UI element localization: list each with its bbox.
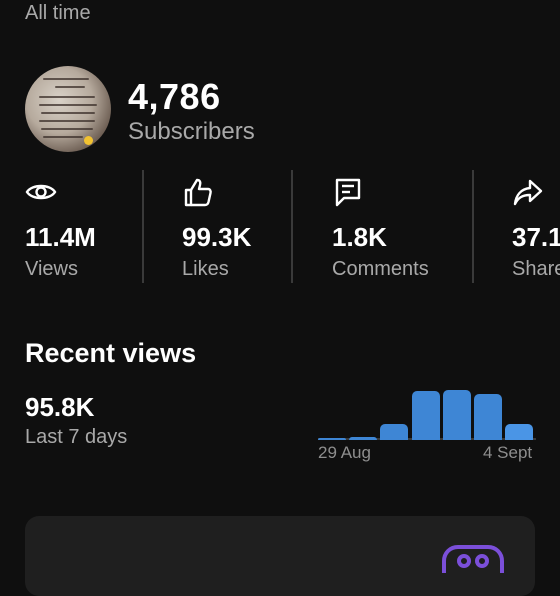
comments-label: Comments [332, 258, 429, 280]
chart-bar [505, 424, 534, 440]
thumbs-up-icon [184, 178, 212, 207]
chart-bar [474, 394, 502, 440]
subscriber-count: 4,786 [128, 76, 221, 117]
share-icon [513, 179, 543, 206]
comments-value: 1.8K [332, 222, 387, 252]
shares-label: Share [512, 258, 560, 280]
comment-icon [335, 178, 361, 207]
divider [142, 170, 144, 283]
divider [472, 170, 474, 283]
period-label: All time [25, 2, 91, 24]
likes-label: Likes [182, 258, 229, 280]
recent-views-chart[interactable] [318, 380, 536, 440]
divider [291, 170, 293, 283]
likes-value: 99.3K [182, 222, 252, 252]
chart-bar [318, 438, 346, 440]
recent-views-range: Last 7 days [25, 426, 128, 448]
views-label: Views [25, 258, 78, 280]
chart-bar [411, 390, 440, 440]
chart-end-label: 4 Sept [483, 443, 533, 462]
shares-value: 37.1 [512, 222, 560, 252]
chart-bar [442, 389, 471, 440]
eye-icon [25, 184, 57, 200]
chart-bar [380, 424, 409, 440]
chart-start-label: 29 Aug [318, 443, 371, 462]
views-value: 11.4M [25, 222, 96, 252]
recent-views-value: 95.8K [25, 392, 95, 422]
recent-views-title: Recent views [25, 338, 197, 368]
chart-bar [349, 437, 378, 440]
channel-avatar[interactable] [25, 66, 111, 152]
stat-shares[interactable]: 37.1 Share [512, 170, 560, 282]
subscriber-label: Subscribers [128, 118, 255, 145]
creator-badge-icon [442, 545, 504, 573]
